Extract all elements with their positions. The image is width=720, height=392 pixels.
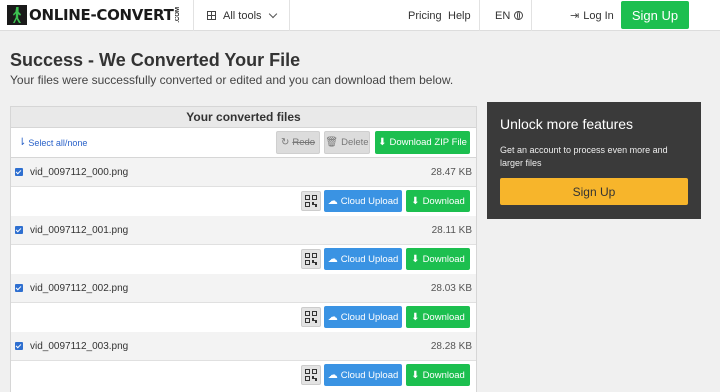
files-toolbar: ⇂ Select all/none ↻ Redo 🗑 Delete ⬇ Down…: [11, 128, 476, 158]
file-row: vid_0097112_000.png 28.47 KB ☁ Cloud Upl…: [11, 158, 476, 216]
sign-in-icon: ⇥: [570, 10, 580, 22]
language-label: EN: [495, 9, 511, 22]
download-zip-label: Download ZIP File: [389, 137, 467, 148]
header-divider: [289, 0, 290, 31]
signup-button[interactable]: Sign Up: [621, 1, 689, 29]
qr-code-icon[interactable]: [301, 249, 321, 269]
header-divider: [531, 0, 532, 31]
download-zip-button[interactable]: ⬇ Download ZIP File: [375, 131, 470, 154]
file-actions: ☁ Cloud Upload ⬇ Download: [11, 187, 476, 216]
redo-button[interactable]: ↻ Redo: [276, 131, 320, 154]
download-icon: ⬇: [411, 311, 420, 323]
cloud-upload-button[interactable]: ☁ Cloud Upload: [324, 248, 402, 270]
page-subtitle: Your files were successfully converted o…: [10, 73, 454, 87]
cloud-upload-icon: ☁: [327, 195, 338, 207]
help-link[interactable]: Help: [448, 0, 471, 31]
select-all-link[interactable]: ⇂ Select all/none: [18, 137, 87, 148]
file-checkbox[interactable]: [15, 226, 23, 234]
qr-code-icon[interactable]: [301, 365, 321, 385]
unlock-features-box: Unlock more features Get an account to p…: [487, 102, 701, 219]
file-info: vid_0097112_002.png 28.03 KB: [11, 274, 476, 303]
all-tools-dropdown[interactable]: All tools: [207, 0, 277, 31]
cloud-upload-label: Cloud Upload: [340, 311, 399, 323]
download-button[interactable]: ⬇ Download: [406, 306, 470, 328]
login-link[interactable]: ⇥ Log In: [570, 0, 614, 31]
cloud-upload-label: Cloud Upload: [340, 253, 399, 265]
unlock-text: Get an account to process even more and …: [500, 145, 668, 168]
file-info: vid_0097112_000.png 28.47 KB: [11, 158, 476, 187]
redo-icon: ↻: [280, 137, 290, 148]
file-row: vid_0097112_001.png 28.11 KB ☁ Cloud Upl…: [11, 216, 476, 274]
sort-icon: ⇂: [18, 137, 27, 148]
download-icon: ⬇: [411, 195, 420, 207]
trash-icon: 🗑: [325, 137, 339, 148]
cloud-upload-icon: ☁: [327, 369, 338, 381]
delete-button[interactable]: 🗑 Delete: [324, 131, 370, 154]
cloud-upload-label: Cloud Upload: [340, 195, 399, 207]
top-header: ONLINE-CONVERT .COM All tools Pricing He…: [0, 0, 720, 31]
chevron-down-icon: [268, 9, 277, 18]
grid-icon: [207, 11, 216, 20]
qr-code-icon[interactable]: [301, 191, 321, 211]
file-actions: ☁ Cloud Upload ⬇ Download: [11, 245, 476, 274]
file-name: vid_0097112_000.png: [30, 167, 129, 178]
logo-text: ONLINE-CONVERT: [29, 6, 174, 24]
download-button[interactable]: ⬇ Download: [406, 248, 470, 270]
file-name: vid_0097112_002.png: [30, 283, 129, 294]
download-label: Download: [422, 311, 465, 323]
download-label: Download: [422, 253, 465, 265]
redo-label: Redo: [292, 137, 316, 148]
qr-code-icon[interactable]: [301, 307, 321, 327]
file-actions: ☁ Cloud Upload ⬇ Download: [11, 303, 476, 332]
file-checkbox[interactable]: [15, 284, 23, 292]
file-info: vid_0097112_003.png 28.28 KB: [11, 332, 476, 361]
select-all-label: Select all/none: [28, 137, 88, 148]
pricing-link[interactable]: Pricing: [408, 0, 442, 31]
all-tools-label: All tools: [223, 9, 262, 22]
header-divider: [193, 0, 194, 31]
file-name: vid_0097112_003.png: [30, 341, 129, 352]
unlock-signup-button[interactable]: Sign Up: [500, 178, 688, 205]
cloud-upload-label: Cloud Upload: [340, 369, 399, 381]
download-button[interactable]: ⬇ Download: [406, 190, 470, 212]
language-selector[interactable]: EN: [495, 0, 524, 31]
panel-title: Your converted files: [11, 107, 476, 128]
file-row: vid_0097112_002.png 28.03 KB ☁ Cloud Upl…: [11, 274, 476, 332]
converted-files-panel: Your converted files ⇂ Select all/none ↻…: [10, 106, 477, 392]
file-actions: ☁ Cloud Upload ⬇ Download: [11, 361, 476, 390]
login-label: Log In: [583, 9, 614, 22]
cloud-upload-button[interactable]: ☁ Cloud Upload: [324, 364, 402, 386]
cloud-upload-button[interactable]: ☁ Cloud Upload: [324, 190, 402, 212]
download-label: Download: [422, 369, 465, 381]
site-logo[interactable]: ONLINE-CONVERT .COM: [7, 4, 181, 26]
page-title: Success - We Converted Your File: [10, 50, 301, 70]
header-divider: [479, 0, 480, 31]
cloud-upload-button[interactable]: ☁ Cloud Upload: [324, 306, 402, 328]
file-size: 28.47 KB: [430, 167, 472, 178]
logo-suffix: .COM: [174, 7, 181, 23]
file-size: 28.28 KB: [430, 341, 472, 352]
file-checkbox[interactable]: [15, 168, 23, 176]
file-info: vid_0097112_001.png 28.11 KB: [11, 216, 476, 245]
cloud-upload-icon: ☁: [327, 253, 338, 265]
download-icon: ⬇: [411, 253, 420, 265]
cloud-upload-icon: ☁: [327, 311, 338, 323]
file-checkbox[interactable]: [15, 342, 23, 350]
file-size: 28.11 KB: [431, 225, 472, 236]
download-button[interactable]: ⬇ Download: [406, 364, 470, 386]
download-label: Download: [422, 195, 465, 207]
delete-label: Delete: [341, 137, 369, 148]
file-name: vid_0097112_001.png: [30, 225, 129, 236]
file-row: vid_0097112_003.png 28.28 KB ☁ Cloud Upl…: [11, 332, 476, 390]
globe-icon: [514, 11, 524, 20]
file-list: vid_0097112_000.png 28.47 KB ☁ Cloud Upl…: [11, 158, 476, 390]
download-icon: ⬇: [411, 369, 420, 381]
file-size: 28.03 KB: [430, 283, 472, 294]
logo-figure-icon: [7, 5, 27, 25]
download-icon: ⬇: [378, 137, 387, 148]
unlock-title: Unlock more features: [500, 116, 634, 132]
